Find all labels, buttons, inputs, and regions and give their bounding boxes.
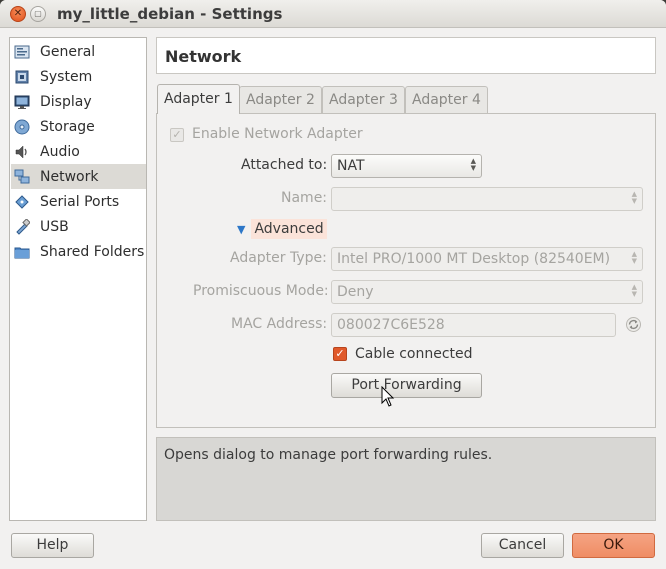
promiscuous-mode-label: Promiscuous Mode: xyxy=(193,283,329,299)
storage-icon xyxy=(14,119,30,135)
system-icon xyxy=(14,69,30,85)
sidebar-item-system[interactable]: System xyxy=(11,64,146,89)
sidebar-item-label: Shared Folders xyxy=(40,243,145,260)
sidebar-item-label: System xyxy=(40,68,93,85)
advanced-label: Advanced xyxy=(251,219,327,239)
sidebar-item-label: Storage xyxy=(40,118,95,135)
maximize-icon: ▢ xyxy=(34,9,42,18)
cancel-button[interactable]: Cancel xyxy=(481,533,564,558)
shared-folders-icon xyxy=(14,244,30,260)
audio-icon xyxy=(14,144,30,160)
description-text: Opens dialog to manage port forwarding r… xyxy=(164,447,493,463)
combo-arrows-icon: ▲ ▼ xyxy=(470,157,476,172)
help-button[interactable]: Help xyxy=(11,533,94,558)
sidebar-item-serial-ports[interactable]: Serial Ports xyxy=(11,189,146,214)
cable-connected-label: Cable connected xyxy=(355,346,473,362)
close-icon: ✕ xyxy=(13,8,23,19)
tab-adapter-3[interactable]: Adapter 3 xyxy=(322,86,405,113)
sidebar-item-label: Audio xyxy=(40,143,80,160)
port-forwarding-button[interactable]: Port Forwarding xyxy=(331,373,482,398)
sidebar-item-label: Network xyxy=(40,168,99,185)
usb-icon xyxy=(14,217,31,235)
sidebar-item-display[interactable]: Display xyxy=(11,89,146,114)
mac-address-label: MAC Address: xyxy=(231,316,328,332)
combo-arrows-icon: ▲ ▼ xyxy=(631,283,637,298)
settings-sidebar: General System Display Storage Audio Net… xyxy=(9,37,147,521)
combo-arrows-icon: ▲ ▼ xyxy=(631,250,637,265)
enable-adapter-checkbox[interactable]: ✓ xyxy=(170,128,184,142)
sidebar-item-audio[interactable]: Audio xyxy=(11,139,146,164)
window-title: my_little_debian - Settings xyxy=(57,5,283,23)
sidebar-item-network[interactable]: Network xyxy=(11,164,146,189)
sidebar-item-label: Serial Ports xyxy=(40,193,120,210)
page-header: Network xyxy=(156,37,656,74)
enable-adapter-label: Enable Network Adapter xyxy=(192,126,363,142)
sidebar-item-label: USB xyxy=(40,218,69,235)
sidebar-item-general[interactable]: General xyxy=(11,39,146,64)
page-title: Network xyxy=(165,47,242,66)
tab-adapter-4[interactable]: Adapter 4 xyxy=(405,86,488,113)
sidebar-item-usb[interactable]: USB xyxy=(11,214,146,239)
attached-to-value: NAT xyxy=(337,158,365,174)
attached-to-label: Attached to: xyxy=(241,157,328,173)
promiscuous-mode-value: Deny xyxy=(337,284,374,300)
serial-ports-icon xyxy=(14,194,30,210)
refresh-mac-button[interactable] xyxy=(625,316,642,333)
mac-address-field[interactable]: 080027C6E528 xyxy=(331,313,616,337)
sidebar-item-storage[interactable]: Storage xyxy=(11,114,146,139)
expand-triangle-icon: ▼ xyxy=(237,222,246,236)
general-icon xyxy=(14,44,30,60)
name-select[interactable]: ▲ ▼ xyxy=(331,187,643,211)
sidebar-item-shared-folders[interactable]: Shared Folders xyxy=(11,239,146,264)
attached-to-select[interactable]: NAT ▲ ▼ xyxy=(331,154,482,178)
display-icon xyxy=(14,94,30,110)
tab-adapter-1[interactable]: Adapter 1 xyxy=(157,84,240,114)
refresh-icon xyxy=(626,317,641,332)
network-icon xyxy=(14,169,30,185)
adapter-type-label: Adapter Type: xyxy=(230,250,327,266)
sidebar-item-label: Display xyxy=(40,93,92,110)
combo-arrows-icon: ▲ ▼ xyxy=(631,190,637,205)
maximize-window-button[interactable]: ▢ xyxy=(30,6,46,22)
cable-connected-checkbox[interactable]: ✓ xyxy=(333,347,347,361)
promiscuous-mode-select[interactable]: Deny ▲ ▼ xyxy=(331,280,643,304)
description-panel: Opens dialog to manage port forwarding r… xyxy=(156,437,656,521)
close-window-button[interactable]: ✕ xyxy=(10,6,26,22)
adapter-type-value: Intel PRO/1000 MT Desktop (82540EM) xyxy=(337,251,611,267)
name-label: Name: xyxy=(281,190,328,206)
title-bar: ✕ ▢ my_little_debian - Settings xyxy=(0,0,666,28)
sidebar-item-label: General xyxy=(40,43,96,60)
advanced-expander[interactable]: ▼ Advanced xyxy=(233,219,331,239)
mouse-cursor-icon xyxy=(381,385,395,408)
tab-adapter-2[interactable]: Adapter 2 xyxy=(239,86,322,113)
adapter-type-select[interactable]: Intel PRO/1000 MT Desktop (82540EM) ▲ ▼ xyxy=(331,247,643,271)
settings-window: ✕ ▢ my_little_debian - Settings General … xyxy=(0,0,666,569)
ok-button[interactable]: OK xyxy=(572,533,655,558)
